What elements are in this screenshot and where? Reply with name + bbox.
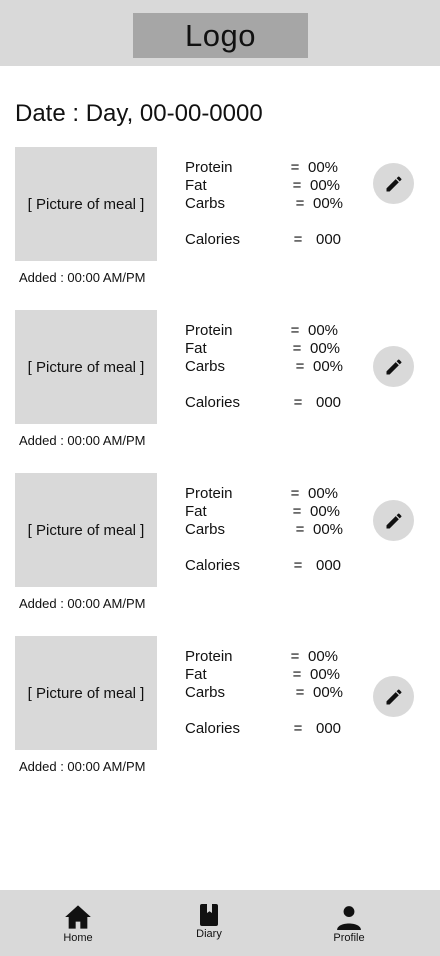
fat-value: 00%: [310, 666, 341, 683]
meal-card: [ Picture of meal ] Added : 00:00 AM/PM …: [0, 473, 440, 623]
pencil-icon: [386, 512, 402, 528]
meal-picture: [ Picture of meal ]: [15, 147, 157, 261]
calories-label: Calories: [185, 720, 241, 737]
nav-profile-label: Profile: [333, 932, 365, 944]
bottom-nav: Home Diary Profile: [0, 890, 440, 956]
fat-label: Fat: [185, 177, 207, 194]
carbs-value: 00%: [313, 521, 344, 538]
nav-home[interactable]: Home: [58, 890, 98, 956]
meal-added-time: Added : 00:00 AM/PM: [19, 596, 146, 611]
protein-value: 00%: [308, 159, 339, 176]
protein-label: Protein: [185, 648, 233, 665]
pencil-icon: [386, 358, 402, 374]
pencil-icon: [386, 175, 402, 191]
equals-sign: =: [290, 485, 300, 502]
calories-value: 000: [316, 231, 342, 248]
pencil-icon: [386, 688, 402, 704]
edit-meal-button[interactable]: [373, 163, 414, 204]
equals-sign: =: [290, 648, 300, 665]
meal-picture: [ Picture of meal ]: [15, 473, 157, 587]
protein-value: 00%: [308, 322, 339, 339]
meal-picture: [ Picture of meal ]: [15, 636, 157, 750]
meal-card: [ Picture of meal ] Added : 00:00 AM/PM …: [0, 147, 440, 297]
meal-picture: [ Picture of meal ]: [15, 310, 157, 424]
equals-sign: =: [292, 177, 302, 194]
equals-sign: =: [295, 521, 305, 538]
carbs-label: Carbs: [185, 684, 226, 701]
edit-meal-button[interactable]: [373, 500, 414, 541]
meal-card: [ Picture of meal ] Added : 00:00 AM/PM …: [0, 310, 440, 460]
calories-value: 000: [316, 720, 342, 737]
calories-label: Calories: [185, 394, 241, 411]
meal-card: [ Picture of meal ] Added : 00:00 AM/PM …: [0, 636, 440, 786]
person-icon: [337, 906, 361, 930]
fat-value: 00%: [310, 177, 341, 194]
home-icon: [65, 905, 91, 929]
calories-label: Calories: [185, 557, 241, 574]
nav-diary[interactable]: Diary: [189, 890, 229, 956]
nav-home-label: Home: [63, 932, 93, 944]
fat-value: 00%: [310, 340, 341, 357]
equals-sign: =: [293, 231, 303, 248]
protein-label: Protein: [185, 159, 233, 176]
meal-added-time: Added : 00:00 AM/PM: [19, 270, 146, 285]
equals-sign: =: [290, 322, 300, 339]
equals-sign: =: [293, 720, 303, 737]
equals-sign: =: [295, 684, 305, 701]
carbs-label: Carbs: [185, 195, 226, 212]
fat-value: 00%: [310, 503, 341, 520]
protein-value: 00%: [308, 485, 339, 502]
equals-sign: =: [293, 394, 303, 411]
equals-sign: =: [292, 666, 302, 683]
equals-sign: =: [293, 557, 303, 574]
equals-sign: =: [295, 358, 305, 375]
logo[interactable]: Logo: [133, 13, 308, 58]
diary-icon: [200, 904, 218, 926]
meal-added-time: Added : 00:00 AM/PM: [19, 759, 146, 774]
edit-meal-button[interactable]: [373, 346, 414, 387]
fat-label: Fat: [185, 503, 207, 520]
carbs-value: 00%: [313, 358, 344, 375]
fat-label: Fat: [185, 666, 207, 683]
date-heading: Date : Day, 00-00-0000: [15, 100, 263, 127]
calories-value: 000: [316, 394, 342, 411]
carbs-value: 00%: [313, 684, 344, 701]
equals-sign: =: [295, 195, 305, 212]
calories-value: 000: [316, 557, 342, 574]
meal-added-time: Added : 00:00 AM/PM: [19, 433, 146, 448]
nav-diary-label: Diary: [196, 928, 222, 940]
equals-sign: =: [292, 503, 302, 520]
equals-sign: =: [290, 159, 300, 176]
edit-meal-button[interactable]: [373, 676, 414, 717]
carbs-value: 00%: [313, 195, 344, 212]
protein-value: 00%: [308, 648, 339, 665]
nav-profile[interactable]: Profile: [329, 890, 369, 956]
app-header: Logo: [0, 0, 440, 66]
carbs-label: Carbs: [185, 521, 226, 538]
fat-label: Fat: [185, 340, 207, 357]
calories-label: Calories: [185, 231, 241, 248]
protein-label: Protein: [185, 322, 233, 339]
equals-sign: =: [292, 340, 302, 357]
protein-label: Protein: [185, 485, 233, 502]
carbs-label: Carbs: [185, 358, 226, 375]
